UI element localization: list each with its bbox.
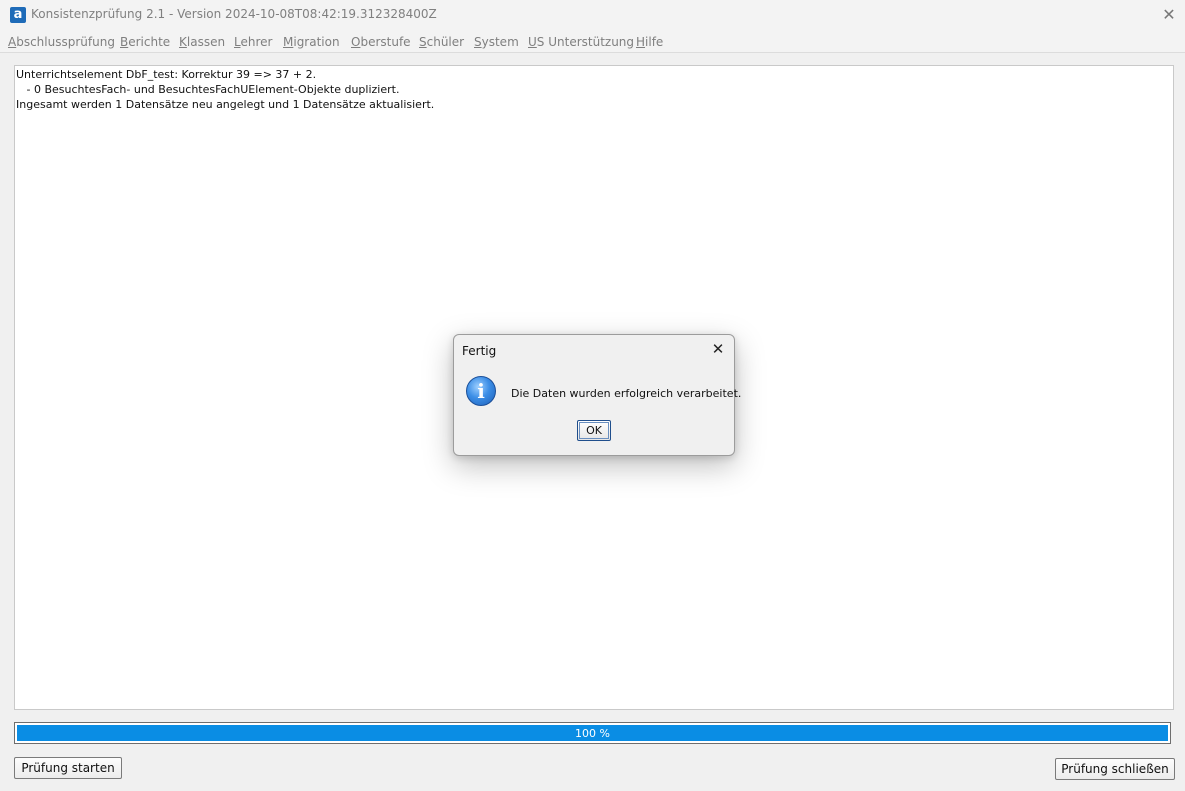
menu-bar: Abschlussprüfung Berichte Klassen Lehrer…: [0, 30, 1185, 53]
window-close-button[interactable]: ✕: [1159, 5, 1179, 25]
log-line: Ingesamt werden 1 Datensätze neu angeleg…: [16, 98, 435, 111]
dialog-message: Die Daten wurden erfolgreich verarbeitet…: [511, 387, 742, 400]
start-check-button[interactable]: Prüfung starten: [14, 757, 122, 779]
ok-button[interactable]: OK: [577, 420, 611, 441]
progress-label: 100 %: [575, 727, 610, 740]
menu-lehrer[interactable]: Lehrer: [234, 35, 272, 49]
menu-hilfe[interactable]: Hilfe: [636, 35, 663, 49]
menu-system[interactable]: System: [474, 35, 519, 49]
menu-us-unterstuetzung[interactable]: US Unterstützung: [528, 35, 634, 49]
window-title: Konsistenzprüfung 2.1 - Version 2024-10-…: [31, 7, 437, 21]
dialog-close-button[interactable]: ✕: [710, 341, 726, 357]
log-line: Unterrichtselement DbF_test: Korrektur 3…: [16, 68, 317, 81]
app-logo-icon: a: [10, 7, 26, 23]
menu-oberstufe[interactable]: Oberstufe: [351, 35, 411, 49]
menu-berichte[interactable]: Berichte: [120, 35, 170, 49]
menu-migration[interactable]: Migration: [283, 35, 340, 49]
progress-bar: 100 %: [14, 722, 1171, 744]
close-check-button[interactable]: Prüfung schließen: [1055, 758, 1175, 780]
menu-schueler[interactable]: Schüler: [419, 35, 464, 49]
log-line: - 0 BesuchtesFach- und BesuchtesFachUEle…: [16, 83, 400, 96]
message-dialog: Fertig ✕ i Die Daten wurden erfolgreich …: [453, 334, 741, 456]
menu-abschlusspruefung[interactable]: Abschlussprüfung: [8, 35, 115, 49]
dialog-title: Fertig: [462, 344, 497, 358]
info-icon: i: [466, 376, 496, 406]
menu-klassen[interactable]: Klassen: [179, 35, 225, 49]
title-bar: a Konsistenzprüfung 2.1 - Version 2024-1…: [0, 0, 1185, 30]
